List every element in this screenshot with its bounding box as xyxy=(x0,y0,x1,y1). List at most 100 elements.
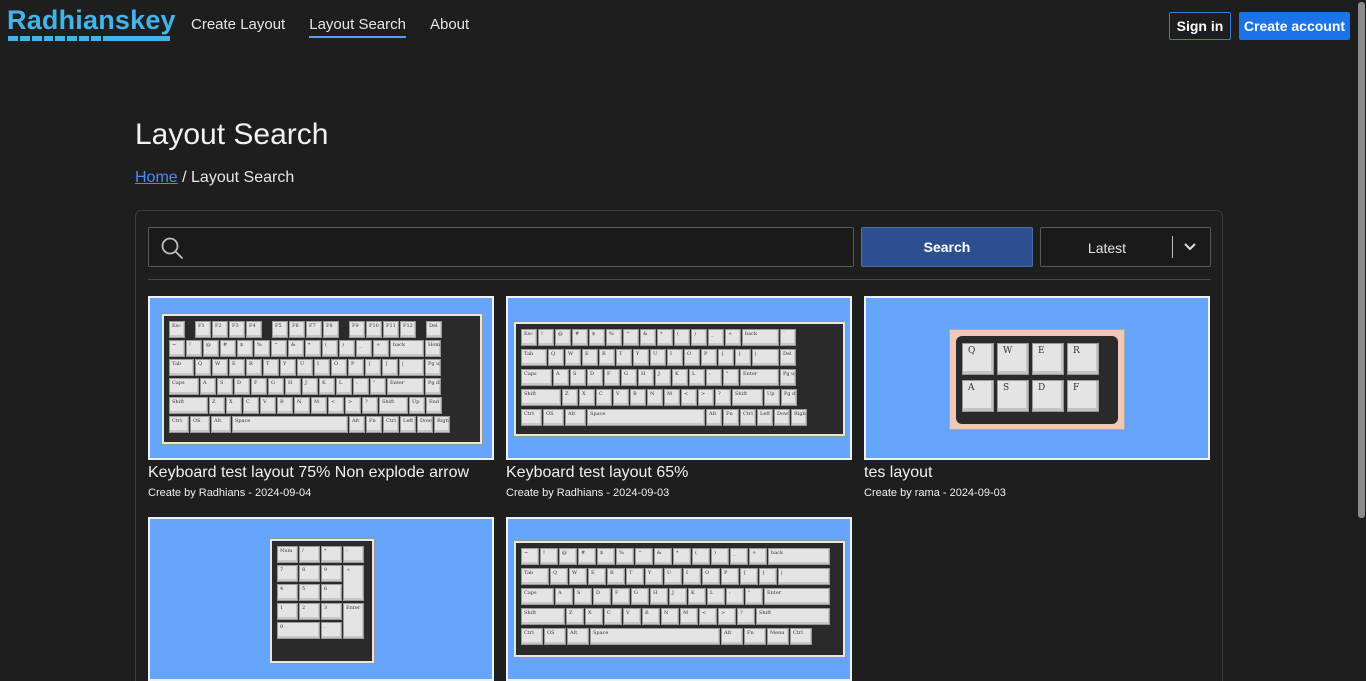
nav-create-layout[interactable]: Create Layout xyxy=(191,14,285,38)
keycap: C xyxy=(604,608,622,625)
keycap: Enter xyxy=(740,369,779,386)
sort-divider xyxy=(1172,236,1173,258)
keycap: L xyxy=(336,378,352,395)
keycap: 0 xyxy=(277,622,320,639)
keyboard-row: ~!@#$%^&*()_+backHome xyxy=(169,340,441,357)
keycap: Q xyxy=(195,359,211,376)
keycap: K xyxy=(688,588,706,605)
layout-card[interactable]: Num / * - 7 8 9 + 456 1 2 3 Enter 0. xyxy=(148,517,494,681)
keycap xyxy=(186,321,194,338)
breadcrumb-separator: / xyxy=(177,169,192,186)
keycap: Ctrl xyxy=(383,416,399,433)
keycap: F3 xyxy=(229,321,245,338)
keycap: Num xyxy=(277,546,298,563)
layout-thumbnail[interactable]: Esc! @ # $% ^ & *() _ + back ` Tab Q W E R T Y U I O P{} | Del… xyxy=(506,296,852,460)
layout-card[interactable]: Esc F1 F2 F3 F4 F5 F6 F7 F8 F9 F10 F11 F12 Del ~! @… xyxy=(148,296,494,501)
keycap: Ctrl xyxy=(169,416,189,433)
keyboard-row: CapsASDFGHJKL:"EnterPg dn xyxy=(169,378,441,395)
keycap: _ xyxy=(708,329,724,346)
keycap: H xyxy=(285,378,301,395)
keycap: F7 xyxy=(306,321,322,338)
keycap: 9 xyxy=(321,565,342,582)
keycap: Q xyxy=(962,343,994,375)
layout-thumbnail[interactable]: Q W E R A S D F xyxy=(864,296,1210,460)
navbar: Radhianskey Create Layout Layout Search … xyxy=(0,0,1366,50)
keycap: * xyxy=(657,329,673,346)
keycap: G xyxy=(631,588,649,605)
keycap: Tab xyxy=(521,568,549,585)
layout-thumbnail[interactable]: Num / * - 7 8 9 + 456 1 2 3 Enter 0. xyxy=(148,517,494,681)
search-box[interactable] xyxy=(148,227,854,267)
keycap: B xyxy=(277,397,293,414)
keycap: Alt xyxy=(706,409,722,426)
keycap: ) xyxy=(691,329,707,346)
keycap: OS xyxy=(544,628,566,645)
keycap: S xyxy=(217,378,233,395)
keycap: Right xyxy=(791,409,807,426)
layout-card-title[interactable]: tes layout xyxy=(864,463,1210,483)
keycap: > xyxy=(718,608,736,625)
keycap: ~ xyxy=(169,340,185,357)
keycap: % xyxy=(606,329,622,346)
keycap: A xyxy=(553,369,569,386)
keycap: ( xyxy=(674,329,690,346)
scrollbar-thumb[interactable] xyxy=(1358,2,1365,518)
create-account-button[interactable]: Create account xyxy=(1239,12,1350,40)
keycap: Y xyxy=(645,568,663,585)
keyboard-plate: Q W E R A S D F xyxy=(956,336,1118,424)
keycap: M xyxy=(680,608,698,625)
breadcrumb-home-link[interactable]: Home xyxy=(135,169,178,186)
keycap: O xyxy=(702,568,720,585)
keycap: ? xyxy=(715,389,731,406)
scrollbar-track[interactable] xyxy=(1356,0,1366,681)
keycap: Space xyxy=(232,416,348,433)
keycap: Caps xyxy=(521,588,554,605)
search-icon xyxy=(161,237,183,259)
layout-card[interactable]: Q W E R A S D F tes layout Create by ram… xyxy=(864,296,1210,501)
keycap: * xyxy=(673,548,691,565)
nav-about[interactable]: About xyxy=(430,14,469,38)
keycap: ( xyxy=(692,548,710,565)
keycap: Space xyxy=(587,409,705,426)
sign-in-button[interactable]: Sign in xyxy=(1169,12,1231,40)
keycap: 8 xyxy=(299,565,320,582)
keycap: E xyxy=(588,568,606,585)
keycap: " xyxy=(723,369,739,386)
keycap: Alt xyxy=(567,628,589,645)
keycap: D xyxy=(587,369,603,386)
nav-layout-search[interactable]: Layout Search xyxy=(309,14,406,38)
keyboard-row: Caps A S D F G H J K L: " Enter xyxy=(521,588,830,605)
keycap: W xyxy=(565,349,581,366)
keycap: X xyxy=(226,397,242,414)
keycap: + xyxy=(725,329,741,346)
keycap: @ xyxy=(203,340,219,357)
keycap: Left xyxy=(757,409,773,426)
keycap: Up xyxy=(764,389,780,406)
keycap: + xyxy=(343,565,364,601)
keycap: E xyxy=(229,359,245,376)
layout-thumbnail[interactable]: ~! @ # $% ^ & *() _ + back Tab Q W E R T Y U I O P{} | Caps A… xyxy=(506,517,852,681)
keycap: : xyxy=(353,378,369,395)
search-button[interactable]: Search xyxy=(861,227,1033,267)
keycap: Tab xyxy=(169,359,194,376)
layout-card[interactable]: ~! @ # $% ^ & *() _ + back Tab Q W E R T Y U I O P{} | Caps A… xyxy=(506,517,852,681)
keycap: P xyxy=(701,349,717,366)
keycap: C xyxy=(243,397,259,414)
keycap: T xyxy=(616,349,632,366)
keycap: X xyxy=(585,608,603,625)
keycap: # xyxy=(220,340,236,357)
keycap: Esc xyxy=(521,329,537,346)
layout-card[interactable]: Esc! @ # $% ^ & *() _ + back ` Tab Q W E R T Y U I O P{} | Del… xyxy=(506,296,852,501)
search-input[interactable] xyxy=(193,228,843,266)
layout-thumbnail[interactable]: Esc F1 F2 F3 F4 F5 F6 F7 F8 F9 F10 F11 F12 Del ~! @… xyxy=(148,296,494,460)
keycap: : xyxy=(706,369,722,386)
layout-card-title[interactable]: Keyboard test layout 65% xyxy=(506,463,852,483)
keycap: F12 xyxy=(400,321,416,338)
sort-select[interactable]: Latest xyxy=(1040,227,1211,267)
layout-card-title[interactable]: Keyboard test layout 75% Non explode arr… xyxy=(148,463,494,483)
keycap: _ xyxy=(730,548,748,565)
keycap: & xyxy=(654,548,672,565)
keycap: R xyxy=(1067,343,1099,375)
logo[interactable]: Radhianskey xyxy=(7,5,176,43)
keycap: R xyxy=(246,359,262,376)
